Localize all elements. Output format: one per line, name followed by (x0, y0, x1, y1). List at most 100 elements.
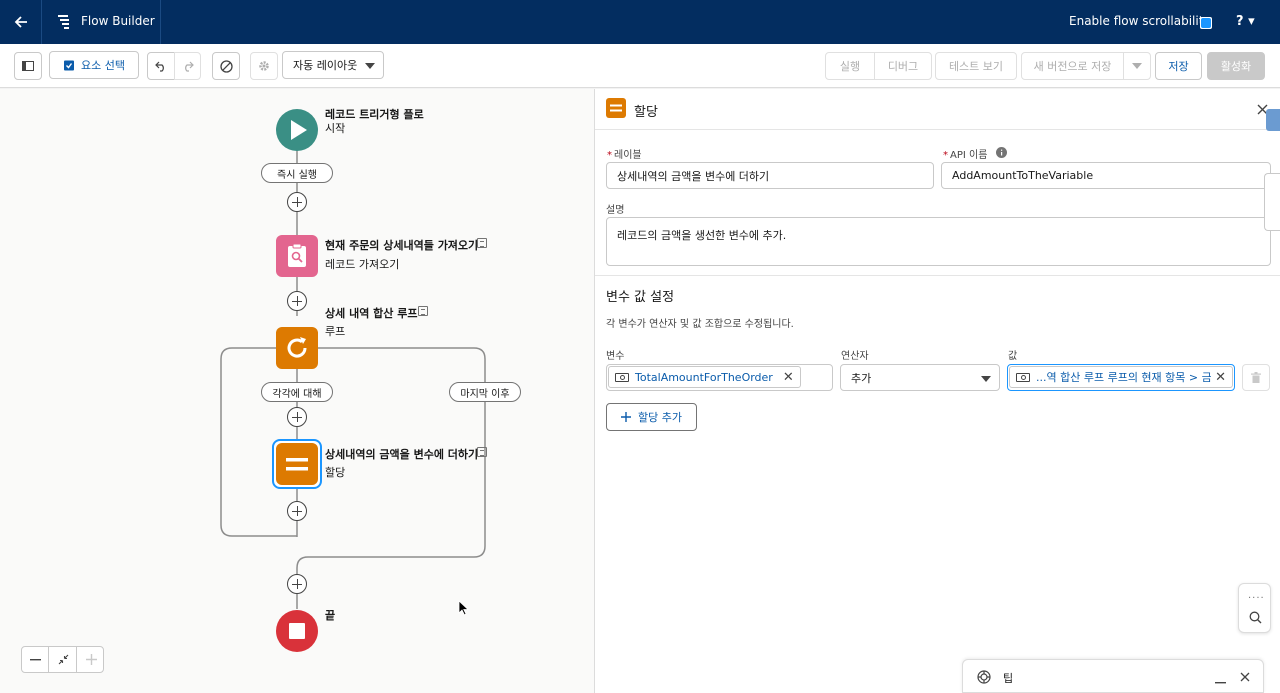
flow-logo-icon (58, 15, 69, 29)
delete-row-button[interactable] (1242, 364, 1270, 391)
zoom-out-button[interactable] (22, 647, 49, 672)
scrollability-label: Enable flow scrollability (1069, 14, 1211, 28)
add-element-button[interactable] (287, 192, 307, 212)
end-node[interactable] (276, 610, 318, 652)
add-assignment-button[interactable]: 할당 추가 (606, 403, 697, 431)
flow-canvas[interactable]: 레코드 트리거형 플로 시작 즉시 실행 현재 주문의 상세내역들 가져오기 레… (0, 89, 594, 693)
add-element-button[interactable] (287, 574, 307, 594)
assignment-node-title: 상세내역의 금액을 변수에 더하기 (325, 448, 479, 461)
mouse-cursor-icon (458, 600, 470, 616)
add-element-button[interactable] (287, 501, 307, 521)
api-name-input[interactable]: AddAmountToTheVariable (941, 162, 1271, 189)
save-button[interactable]: 저장 (1155, 52, 1202, 80)
settings-button[interactable] (250, 52, 278, 80)
label-input[interactable]: 상세내역의 금액을 변수에 더하기 (606, 162, 934, 189)
remove-icon[interactable]: ✕ (783, 370, 794, 385)
block-icon (219, 59, 233, 73)
get-records-node-title: 현재 주문의 상세내역들 가져오기 (325, 239, 479, 252)
description-icon (418, 306, 428, 316)
info-icon[interactable] (996, 147, 1007, 158)
toolbar: 요소 선택 자동 레이아웃 실행 디버그 테스트 보기 새 버전으로 저장 저장… (0, 44, 1280, 88)
redo-button[interactable] (174, 52, 201, 80)
tips-title: 팁 (1003, 672, 1014, 685)
variable-column-label: 변수 (606, 351, 625, 362)
back-button[interactable] (0, 0, 42, 44)
select-elements-label: 요소 선택 (81, 59, 125, 72)
equals-icon (286, 458, 308, 471)
get-records-node[interactable] (276, 235, 318, 277)
currency-icon (615, 372, 629, 382)
help-menu-button[interactable]: ? ▾ (1236, 14, 1255, 29)
activate-button[interactable]: 활성화 (1207, 52, 1265, 80)
clipboard-check-icon (64, 60, 74, 71)
debug-button[interactable]: 디버그 (874, 52, 932, 80)
app-title: Flow Builder (81, 14, 155, 28)
value-chip[interactable]: ...역 합산 루프 루프의 현재 항목 > 금액 ✕ (1009, 366, 1233, 388)
end-node-title: 끝 (325, 609, 336, 622)
contract-icon (58, 654, 68, 665)
plus-icon (621, 412, 631, 422)
description-field-label: 설명 (606, 205, 625, 216)
lifebuoy-icon (977, 670, 991, 684)
value-column-label: 값 (1008, 351, 1018, 362)
section-title: 변수 값 설정 (606, 290, 675, 305)
get-records-node-subtitle: 레코드 가져오기 (325, 258, 400, 271)
variable-chip[interactable]: TotalAmountForTheOrder ✕ (608, 366, 801, 388)
equals-icon (610, 104, 622, 112)
description-textarea[interactable]: 레코드의 금액을 생선한 변수에 추가. (606, 217, 1271, 266)
immediate-path-label[interactable]: 즉시 실행 (261, 163, 333, 183)
loop-node[interactable] (276, 327, 318, 369)
scrollability-checkbox[interactable] (1200, 17, 1212, 29)
minimize-icon[interactable] (1215, 673, 1226, 684)
operator-select-value: 추가 (851, 371, 872, 385)
loop-icon (287, 337, 307, 358)
minus-icon (29, 658, 41, 660)
view-tests-button[interactable]: 테스트 보기 (935, 52, 1017, 80)
tips-panel[interactable]: 팁 (962, 659, 1264, 693)
section-divider (595, 275, 1280, 276)
fit-view-button[interactable] (50, 647, 77, 672)
chevron-down-icon (981, 376, 991, 382)
side-panel-tab[interactable] (1266, 109, 1280, 131)
app-header: Flow Builder Enable flow scrollability ?… (0, 0, 1280, 44)
zoom-in-button[interactable] (78, 647, 104, 672)
loop-node-title: 상세 내역 합산 루프 (325, 307, 418, 320)
after-last-path-label[interactable]: 마지막 이후 (449, 382, 521, 402)
search-icon[interactable] (1249, 611, 1262, 624)
undo-icon (155, 61, 164, 72)
api-name-field-label: * API 이름 (943, 150, 988, 161)
panel-title: 할당 (634, 105, 658, 120)
undo-button[interactable] (147, 52, 175, 80)
select-elements-button[interactable]: 요소 선택 (49, 51, 139, 79)
add-element-button[interactable] (287, 291, 307, 311)
gear-icon (259, 61, 269, 71)
more-icon[interactable]: ···· (1248, 593, 1265, 604)
remove-icon[interactable]: ✕ (1215, 370, 1226, 385)
panel-icon (22, 61, 34, 71)
run-button[interactable]: 실행 (825, 52, 875, 80)
description-icon (477, 238, 487, 248)
layout-select[interactable]: 자동 레이아웃 (282, 51, 384, 79)
start-node[interactable] (276, 109, 318, 151)
description-icon (477, 447, 487, 457)
arrow-left-icon (14, 16, 27, 28)
header-divider (160, 0, 161, 44)
toggle-panel-button[interactable] (14, 52, 42, 80)
value-chip-label: ...역 합산 루프 루프의 현재 항목 > 금액 (1036, 371, 1212, 384)
assignment-node-subtitle: 할당 (325, 466, 346, 479)
save-as-new-version-button[interactable]: 새 버전으로 저장 (1021, 52, 1124, 80)
assignment-node[interactable] (276, 443, 318, 485)
operator-select[interactable]: 추가 (840, 364, 1000, 391)
disable-button[interactable] (212, 52, 240, 80)
save-options-button[interactable] (1123, 52, 1151, 80)
for-each-path-label[interactable]: 각각에 대해 (261, 382, 333, 402)
section-help-text: 각 변수가 연산자 및 값 조합으로 수정됩니다. (606, 319, 794, 330)
add-element-button[interactable] (287, 407, 307, 427)
variable-chip-label: TotalAmountForTheOrder (635, 370, 773, 384)
side-toolbar[interactable] (1264, 173, 1280, 231)
close-icon[interactable] (1240, 672, 1250, 682)
add-assignment-label: 할당 추가 (638, 411, 682, 424)
record-lookup-icon (288, 243, 306, 267)
label-field-label: * 레이블 (607, 150, 642, 161)
panel-divider (595, 129, 1280, 130)
